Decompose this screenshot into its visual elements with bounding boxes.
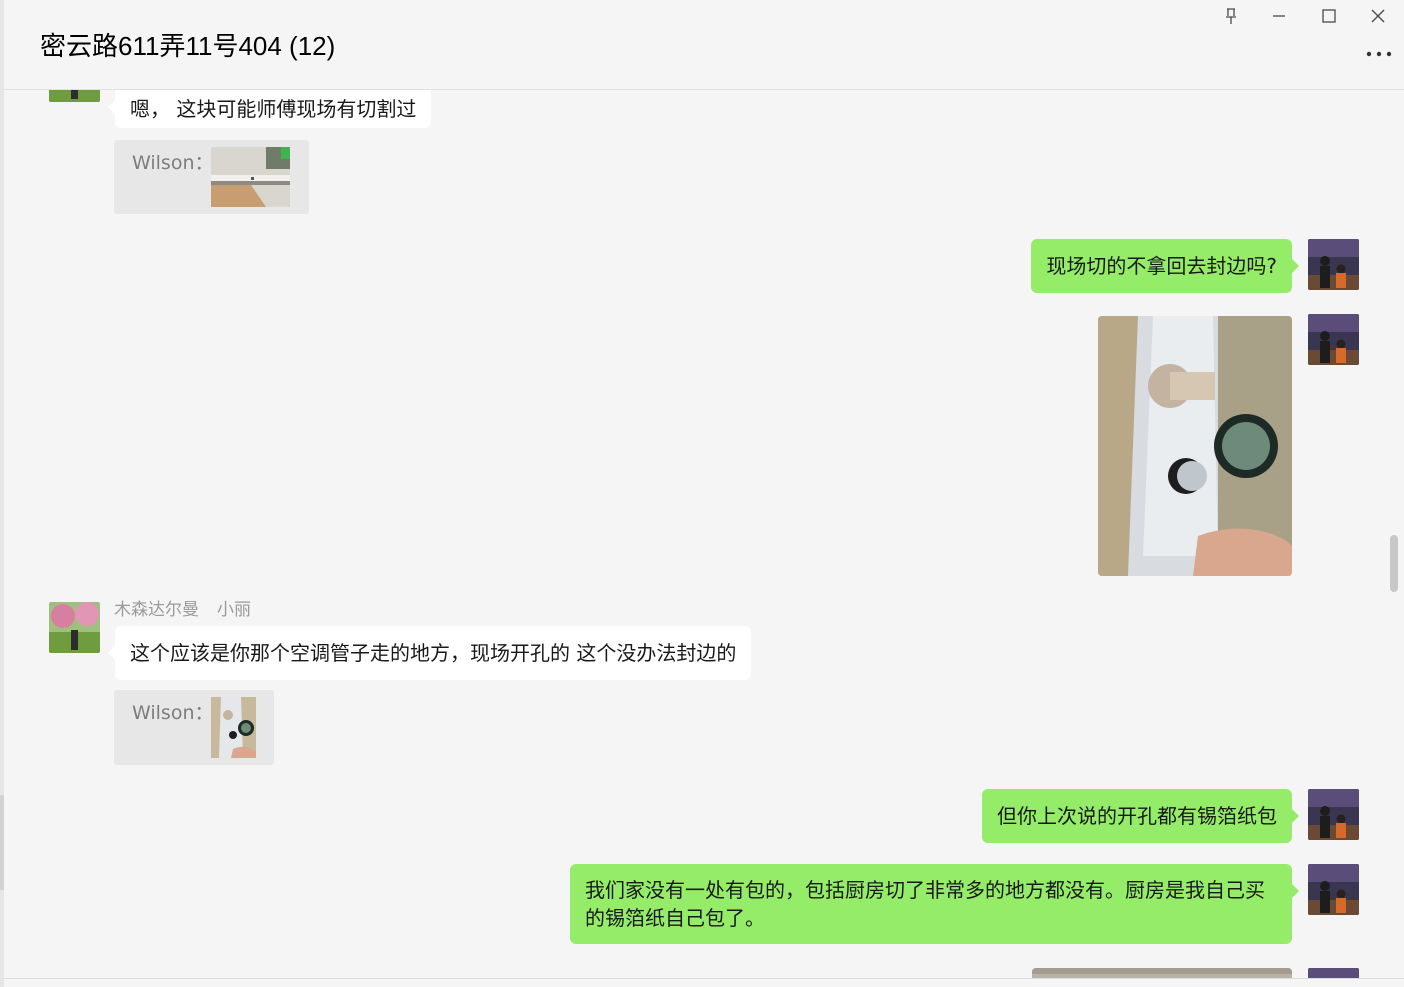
sender-nickname: 木森达尔曼: [114, 600, 199, 620]
close-button[interactable]: [1358, 0, 1398, 32]
message-bubble[interactable]: 但你上次说的开孔都有锡箔纸包: [982, 789, 1299, 843]
avatar[interactable]: [1308, 239, 1359, 290]
pin-button[interactable]: [1211, 0, 1251, 32]
chat-header: 密云路611弄11号404 (12): [4, 0, 1404, 90]
avatar[interactable]: [1308, 789, 1359, 840]
message-item: 我们家没有一处有包的，包括厨房切了非常多的地方都没有。厨房是我自己买的锡箔纸自己…: [4, 863, 1404, 945]
more-options-button[interactable]: [1360, 42, 1398, 66]
quote-thumbnail[interactable]: [211, 697, 256, 758]
chat-scrollbar[interactable]: [1390, 535, 1398, 592]
minimize-icon: [1273, 15, 1285, 17]
message-item: 现场切的不拿回去封边吗?: [4, 238, 1404, 294]
quote-sender: Wilson：: [132, 702, 214, 724]
avatar[interactable]: [49, 90, 100, 102]
message-bubble[interactable]: 嗯， 这块可能师傅现场有切割过: [107, 90, 432, 128]
more-icon: [1366, 51, 1392, 57]
message-item: 木森达尔曼 小丽 这个应该是你那个空调管子走的地方，现场开孔的 这个没办法封边的 …: [4, 594, 1404, 774]
avatar[interactable]: [1308, 864, 1359, 915]
message-item: [4, 968, 1404, 978]
chat-title: 密云路611弄11号404 (12): [40, 31, 336, 61]
avatar[interactable]: [49, 602, 100, 653]
message-item: 嗯， 这块可能师傅现场有切割过 Wilson：: [4, 90, 1404, 220]
sender-name: 木森达尔曼 小丽: [114, 595, 269, 620]
message-bubble[interactable]: 现场切的不拿回去封边吗?: [1031, 239, 1299, 293]
image-message[interactable]: [1032, 968, 1292, 978]
message-text: 现场切的不拿回去封边吗?: [1046, 254, 1277, 278]
quote-thumbnail[interactable]: [211, 147, 290, 207]
message-item: [4, 314, 1404, 579]
message-text: 嗯， 这块可能师傅现场有切割过: [130, 97, 417, 121]
image-message[interactable]: [1098, 316, 1292, 576]
close-icon: [1371, 9, 1385, 23]
message-text: 我们家没有一处有包的，包括厨房切了非常多的地方都没有。厨房是我自己买的锡箔纸自己…: [585, 878, 1265, 930]
input-area-divider: [4, 978, 1404, 987]
message-item: 但你上次说的开孔都有锡箔纸包: [4, 788, 1404, 844]
pin-icon: [1226, 8, 1236, 24]
message-text: 但你上次说的开孔都有锡箔纸包: [997, 804, 1277, 828]
quote-sender: Wilson：: [132, 152, 214, 174]
sender-display-name: 小丽: [217, 600, 251, 620]
minimize-button[interactable]: [1259, 0, 1299, 32]
message-text: 这个应该是你那个空调管子走的地方，现场开孔的 这个没办法封边的: [130, 641, 737, 665]
chat-message-list[interactable]: 嗯， 这块可能师傅现场有切割过 Wilson： 现场切的不拿回去封边吗? 木森达…: [4, 90, 1404, 978]
message-bubble[interactable]: 我们家没有一处有包的，包括厨房切了非常多的地方都没有。厨房是我自己买的锡箔纸自己…: [570, 864, 1299, 944]
quoted-reply[interactable]: Wilson：: [114, 690, 274, 765]
maximize-icon: [1322, 9, 1336, 23]
avatar[interactable]: [1308, 314, 1359, 365]
message-bubble[interactable]: 这个应该是你那个空调管子走的地方，现场开孔的 这个没办法封边的: [107, 626, 752, 680]
quoted-reply[interactable]: Wilson：: [114, 140, 309, 214]
maximize-button[interactable]: [1309, 0, 1349, 32]
avatar[interactable]: [1308, 968, 1359, 978]
